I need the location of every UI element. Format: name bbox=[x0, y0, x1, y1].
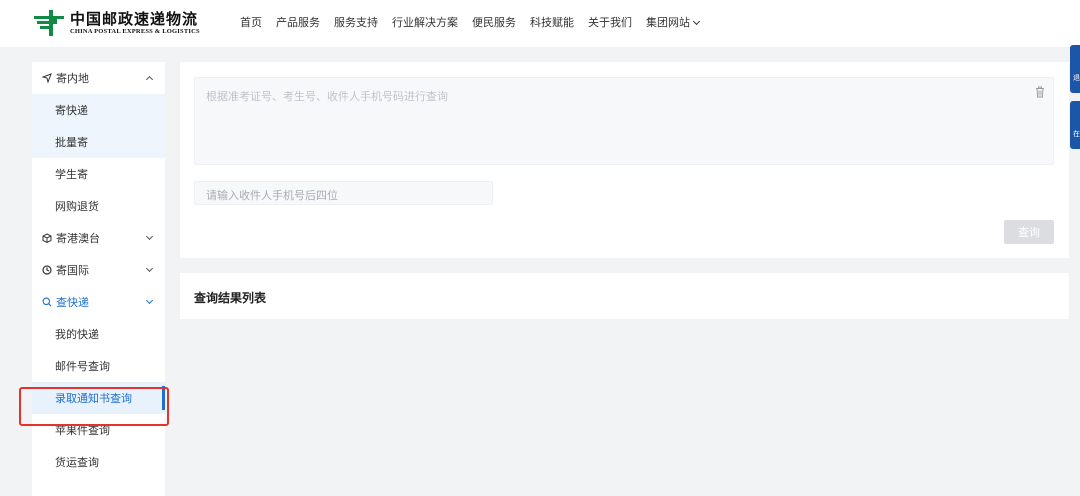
trash-icon[interactable] bbox=[1035, 86, 1045, 98]
nav-support[interactable]: 服务支持 bbox=[334, 16, 378, 30]
sidebar-group-label: 寄港澳台 bbox=[56, 232, 100, 245]
sidebar: 寄内地 寄快递 批量寄 学生寄 网购退货 寄港澳台 寄国际 查快递 我的快递 邮… bbox=[32, 62, 165, 496]
search-icon bbox=[41, 297, 52, 308]
results-title: 查询结果列表 bbox=[194, 291, 267, 305]
float-tab-bottom-label: 在 bbox=[1073, 130, 1080, 138]
chevron-up-icon bbox=[145, 75, 154, 84]
brand-name-cn: 中国邮政速递物流 bbox=[70, 9, 199, 28]
phone-last-four-input[interactable]: 请输入收件人手机号后四位 bbox=[194, 181, 493, 205]
float-tab-bottom[interactable]: 在 bbox=[1070, 101, 1080, 149]
query-form-card: 根据准考证号、考生号、收件人手机号码进行查询 请输入收件人手机号后四位 查询 bbox=[180, 62, 1069, 258]
nav-convenience[interactable]: 便民服务 bbox=[472, 16, 516, 30]
float-tab-top-label: 退 bbox=[1073, 74, 1080, 82]
float-tab-top[interactable]: 退 bbox=[1070, 45, 1080, 93]
top-header: 中国邮政速递物流 CHINA POSTAL EXPRESS & LOGISTIC… bbox=[0, 0, 1080, 47]
sidebar-group-label: 寄内地 bbox=[56, 72, 89, 85]
sidebar-group-label: 寄国际 bbox=[56, 264, 89, 277]
nav-group-site[interactable]: 集团网站 bbox=[646, 16, 701, 30]
brand-logo[interactable]: 中国邮政速递物流 CHINA POSTAL EXPRESS & LOGISTIC… bbox=[34, 10, 200, 36]
sidebar-group-mainland[interactable]: 寄内地 bbox=[32, 62, 165, 94]
query-textarea[interactable]: 根据准考证号、考生号、收件人手机号码进行查询 bbox=[194, 77, 1054, 165]
chevron-down-icon bbox=[692, 17, 701, 26]
sidebar-group-track[interactable]: 查快递 bbox=[32, 286, 165, 318]
post-logo-icon bbox=[34, 10, 64, 36]
sidebar-group-international[interactable]: 寄国际 bbox=[32, 254, 165, 286]
sidebar-item-mail-number-query[interactable]: 邮件号查询 bbox=[32, 350, 165, 382]
sidebar-item-send-express[interactable]: 寄快递 bbox=[32, 94, 165, 126]
nav-products[interactable]: 产品服务 bbox=[276, 16, 320, 30]
sidebar-item-online-return[interactable]: 网购退货 bbox=[32, 190, 165, 222]
send-icon bbox=[41, 73, 52, 84]
nav-technology[interactable]: 科技赋能 bbox=[530, 16, 574, 30]
nav-group-site-label: 集团网站 bbox=[646, 16, 690, 29]
sidebar-item-bulk-send[interactable]: 批量寄 bbox=[32, 126, 165, 158]
sidebar-item-my-express[interactable]: 我的快递 bbox=[32, 318, 165, 350]
sidebar-group-label: 查快递 bbox=[56, 296, 89, 309]
box-icon bbox=[41, 233, 52, 244]
sidebar-group-hk-macao-tw[interactable]: 寄港澳台 bbox=[32, 222, 165, 254]
nav-solutions[interactable]: 行业解决方案 bbox=[392, 16, 458, 30]
sidebar-item-student-send[interactable]: 学生寄 bbox=[32, 158, 165, 190]
query-button[interactable]: 查询 bbox=[1004, 220, 1054, 244]
brand-name-en: CHINA POSTAL EXPRESS & LOGISTICS bbox=[70, 27, 200, 35]
sidebar-item-freight-query[interactable]: 货运查询 bbox=[32, 446, 165, 478]
chevron-down-icon bbox=[145, 232, 154, 241]
globe-icon bbox=[41, 265, 52, 276]
nav-home[interactable]: 首页 bbox=[240, 16, 262, 30]
results-card: 查询结果列表 bbox=[180, 273, 1069, 319]
main-nav: 首页 产品服务 服务支持 行业解决方案 便民服务 科技赋能 关于我们 集团网站 bbox=[240, 16, 713, 30]
nav-about[interactable]: 关于我们 bbox=[588, 16, 632, 30]
chevron-down-icon bbox=[145, 296, 154, 305]
textarea-placeholder: 根据准考证号、考生号、收件人手机号码进行查询 bbox=[206, 90, 448, 103]
phone-input-placeholder: 请输入收件人手机号后四位 bbox=[206, 189, 338, 202]
chevron-down-icon bbox=[145, 264, 154, 273]
highlight-annotation-box bbox=[19, 387, 169, 426]
